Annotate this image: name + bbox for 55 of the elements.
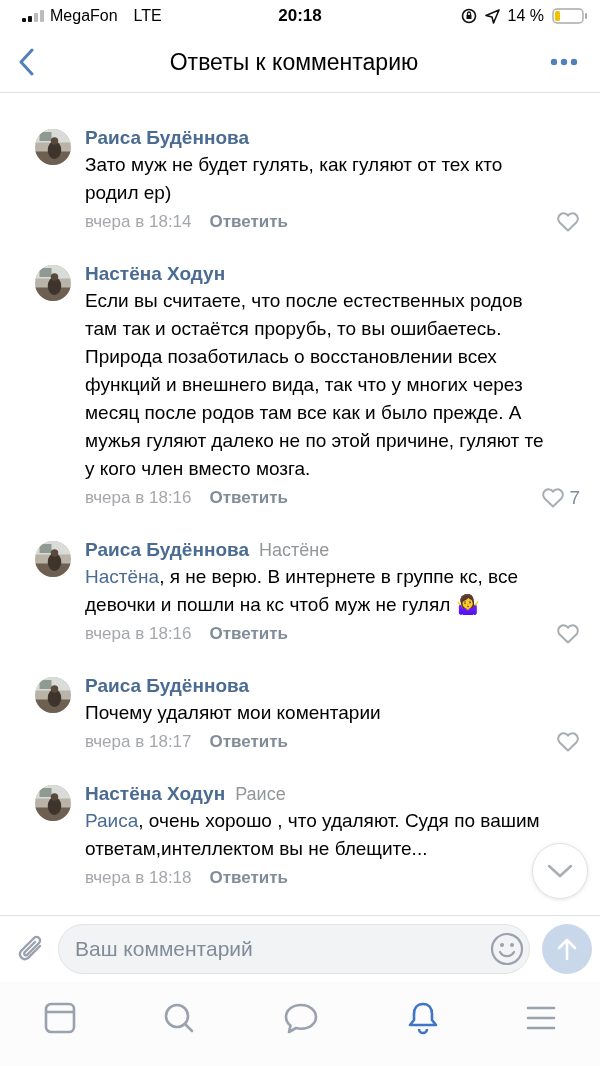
like-button[interactable]: 7 [541,487,580,509]
heart-icon [556,212,580,232]
comment-text: Если вы считаете, что после естественных родов там так и остаётся прорубь, то вы ошибаетесь. Природа позаботилась о восстановлении всех функций и внешнего вида, так что у многих через месяц после родов там все как и было прежде. А мужья гуляют далеко не по этой причине, гуляют те у кого член вместо мозга. [85,289,545,481]
chevron-down-icon [547,864,573,878]
more-icon [550,58,578,66]
news-tab[interactable] [43,1002,76,1034]
notifications-tab[interactable] [406,1001,439,1035]
battery-icon [552,8,588,24]
comment-text: Настёна, я не верю. В интернете в группе кс, все девочки и пошли на кс чтоб муж не гулял 🤷‍♀ [85,565,519,617]
back-icon [18,48,34,76]
carrier-name: MegaFon [50,7,118,25]
author-name[interactable]: Раиса Будённова [85,539,249,561]
like-button[interactable] [556,732,580,752]
comment-time: вчера в 18:16 [85,488,192,508]
comment-field[interactable]: Ваш комментарий [58,924,530,974]
mention-link[interactable]: Раиса [85,810,139,831]
status-time: 20:18 [278,6,322,26]
comment-time: вчера в 18:17 [85,732,192,752]
network-type: LTE [133,7,162,25]
heart-icon [556,732,580,752]
send-button[interactable] [542,924,592,974]
comment-text: Почему удаляют мои коментарии [85,701,382,725]
comment-time: вчера в 18:16 [85,624,192,644]
reply-link[interactable]: Ответить [209,212,289,232]
heart-icon [541,488,566,508]
author-name[interactable]: Раиса Будённова [85,127,249,149]
reply-link[interactable]: Ответить [209,732,289,752]
arrow-up-icon [556,937,578,961]
mention-link[interactable]: Настёна [85,566,160,587]
smiley-icon[interactable] [490,932,524,966]
author-name[interactable]: Настёна Ходун [85,783,226,805]
reply-link[interactable]: Ответить [209,868,289,888]
author-name[interactable]: Раиса Будённова [85,675,249,697]
comment-text: Зато муж не будет гулять, как гуляют от тех кто родил ер) [85,153,504,205]
reply-to-name: Раисе [235,784,286,805]
scroll-down-button[interactable] [532,843,588,899]
like-button[interactable] [556,212,580,232]
comment-text: Раиса, очень хорошо , что удаляют. Судя по вашим ответам,интеллектом вы не блещите... [85,809,541,861]
signal-icon [22,10,44,22]
rotation-lock-icon [460,8,477,24]
heart-icon [556,624,580,644]
reply-link[interactable]: Ответить [209,624,289,644]
reply-to-name: Настёне [259,540,330,561]
comment-time: вчера в 18:14 [85,212,192,232]
location-icon [484,8,500,24]
menu-tab[interactable] [526,1005,557,1031]
comment-time: вчера в 18:18 [85,868,192,888]
screen-title: Ответы к комментарию [169,48,419,76]
messages-tab[interactable] [283,1002,319,1034]
like-button[interactable] [556,624,580,644]
search-tab[interactable] [163,1002,196,1034]
more-button[interactable] [550,58,578,66]
battery-percent: 14 % [507,7,544,25]
author-name[interactable]: Настёна Ходун [85,263,226,285]
reply-link[interactable]: Ответить [209,488,289,508]
